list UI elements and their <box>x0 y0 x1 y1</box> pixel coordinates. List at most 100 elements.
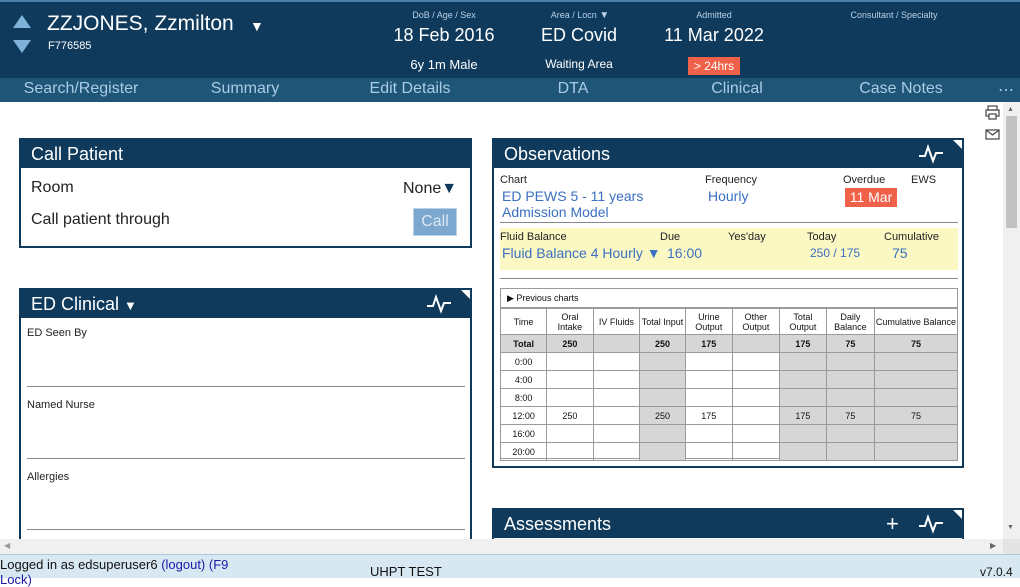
overdue-label: Overdue <box>843 174 886 186</box>
area-value[interactable]: ED Covid <box>519 25 639 46</box>
scroll-left-icon[interactable]: ◀ <box>4 541 10 550</box>
table-cell: 250 <box>639 334 686 353</box>
tab-edit-details[interactable]: Edit Details <box>330 80 490 98</box>
table-cell[interactable] <box>546 388 594 407</box>
location-value: Waiting Area <box>545 57 613 71</box>
column-header: Oral Intake <box>546 308 594 335</box>
table-cell[interactable] <box>684 370 733 389</box>
cumulative-label: Cumulative <box>884 231 940 243</box>
table-cell[interactable] <box>592 406 641 425</box>
table-cell: 75 <box>825 334 875 353</box>
mail-icon[interactable] <box>985 128 1000 141</box>
table-cell[interactable] <box>731 370 780 389</box>
scroll-down-icon[interactable]: ▼ <box>1007 524 1014 531</box>
table-cell[interactable] <box>731 442 780 461</box>
table-cell[interactable] <box>592 424 641 443</box>
table-cell[interactable] <box>546 442 594 461</box>
table-cell: 75 <box>873 334 959 353</box>
patient-id: F776585 <box>48 40 92 52</box>
activity-icon[interactable] <box>918 513 944 534</box>
tab-clinical[interactable]: Clinical <box>657 80 817 98</box>
table-cell[interactable] <box>546 424 594 443</box>
logout-link[interactable]: (logout) <box>161 557 205 572</box>
room-select[interactable]: None▼ <box>403 180 457 198</box>
fluid-balance-select[interactable]: Fluid Balance 4 Hourly ▼ <box>502 245 661 261</box>
horizontal-scrollbar[interactable]: ◀ ▶ <box>0 539 1003 554</box>
next-patient-icon[interactable] <box>13 40 31 53</box>
table-cell <box>778 442 827 461</box>
panel-corner-icon[interactable] <box>953 510 962 519</box>
table-cell[interactable] <box>731 352 780 371</box>
table-row: 16:00 <box>499 424 959 443</box>
ews-label: EWS <box>911 174 937 186</box>
call-patient-through-label: Call patient through <box>31 211 170 228</box>
activity-icon[interactable] <box>918 143 944 164</box>
tab-search-register[interactable]: Search/Register <box>0 80 162 98</box>
divider <box>27 386 465 387</box>
table-cell[interactable] <box>684 442 733 461</box>
divider <box>27 458 465 459</box>
main-content: Call Patient Room None▼ Call patient thr… <box>0 102 1003 539</box>
call-button[interactable]: Call <box>413 208 457 236</box>
previous-charts-toggle[interactable]: ▶ Previous charts <box>501 289 957 308</box>
yesterday-label: Yes'day <box>728 231 766 243</box>
patient-header: ZZJONES, Zzmilton ▼ F776585 DoB / Age / … <box>0 0 1020 78</box>
call-patient-panel: Call Patient Room None▼ Call patient thr… <box>19 138 472 248</box>
vertical-scrollbar[interactable]: ▲ ▼ <box>1003 102 1020 539</box>
divider <box>500 278 958 279</box>
table-row: 4:00 <box>499 370 959 389</box>
table-row: 0:00 <box>499 352 959 371</box>
table-cell <box>873 424 959 443</box>
table-cell[interactable]: 175 <box>684 406 733 425</box>
table-cell[interactable] <box>731 406 780 425</box>
table-cell <box>825 352 875 371</box>
patient-menu-chevron-icon[interactable]: ▼ <box>250 18 264 34</box>
ed-clinical-title: ED Clinical <box>31 294 120 314</box>
table-cell[interactable] <box>731 424 780 443</box>
tabs-more-icon[interactable]: ⋯ <box>995 80 1017 100</box>
scroll-right-icon[interactable]: ▶ <box>990 541 996 550</box>
today-value[interactable]: 250 / 175 <box>810 246 860 260</box>
chart-value[interactable]: ED PEWS 5 - 11 years Admission Model <box>502 188 682 220</box>
table-cell <box>825 442 875 461</box>
column-header: Total Output <box>778 308 827 335</box>
panel-corner-icon[interactable] <box>953 140 962 149</box>
dob-value: 18 Feb 2016 <box>393 25 495 45</box>
table-cell[interactable] <box>684 388 733 407</box>
table-cell[interactable] <box>592 388 641 407</box>
previous-patient-icon[interactable] <box>13 15 31 28</box>
table-cell[interactable] <box>592 370 641 389</box>
table-cell[interactable] <box>684 424 733 443</box>
table-cell[interactable] <box>684 352 733 371</box>
table-cell <box>873 370 959 389</box>
table-row: 8:00 <box>499 388 959 407</box>
call-patient-title: Call Patient <box>21 140 470 168</box>
table-cell[interactable] <box>546 370 594 389</box>
named-nurse-label: Named Nurse <box>27 399 95 411</box>
table-cell[interactable]: 250 <box>546 406 594 425</box>
scrollbar-thumb[interactable] <box>1006 116 1017 228</box>
activity-icon[interactable] <box>426 293 452 314</box>
observations-panel: Observations Chart ED PEWS 5 - 11 years … <box>492 138 964 468</box>
scroll-up-icon[interactable]: ▲ <box>1007 106 1014 113</box>
table-cell <box>873 388 959 407</box>
ed-clinical-chevron-icon[interactable]: ▼ <box>124 298 137 313</box>
tab-dta[interactable]: DTA <box>493 80 653 98</box>
panel-corner-icon[interactable] <box>461 290 470 299</box>
table-cell[interactable] <box>592 442 641 461</box>
add-assessment-button[interactable]: + <box>886 511 899 537</box>
tab-case-notes[interactable]: Case Notes <box>821 80 981 98</box>
table-cell[interactable] <box>592 352 641 371</box>
tab-summary[interactable]: Summary <box>165 80 325 98</box>
frequency-value[interactable]: Hourly <box>708 188 748 204</box>
area-label: Area / Locn ▼ <box>550 10 610 21</box>
print-icon[interactable] <box>985 105 1000 120</box>
table-cell <box>639 388 686 407</box>
chart-label: Chart <box>500 174 527 186</box>
table-cell[interactable] <box>731 388 780 407</box>
table-row: Total 250 250 175 175 75 75 <box>499 334 959 353</box>
patient-name[interactable]: ZZJONES, Zzmilton <box>47 12 234 36</box>
fluid-balance-chart: ▶ Previous charts Time Oral Intake IV Fl… <box>499 288 959 461</box>
table-cell[interactable] <box>546 352 594 371</box>
table-cell: 4:00 <box>499 370 548 389</box>
